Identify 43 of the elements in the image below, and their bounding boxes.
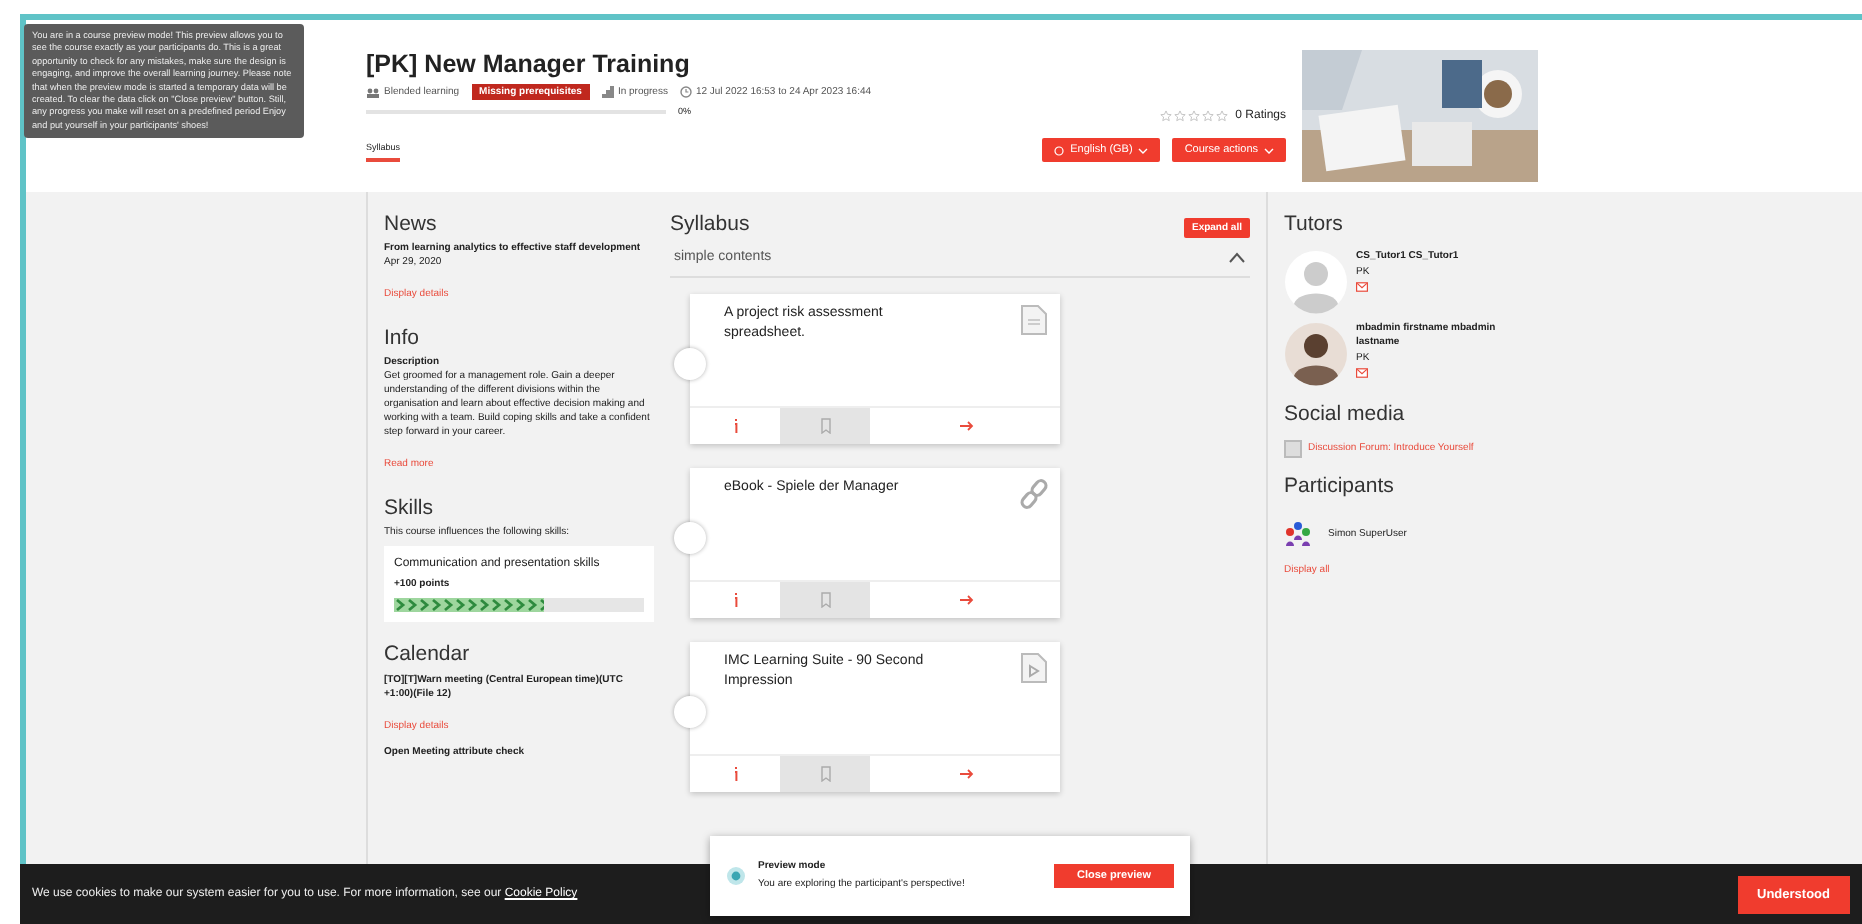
bookmark-button[interactable] bbox=[780, 756, 870, 792]
info-button[interactable] bbox=[690, 756, 780, 792]
info-icon bbox=[726, 866, 746, 886]
section-title: Social media bbox=[1284, 402, 1407, 426]
bookmark-icon bbox=[817, 592, 833, 608]
arrow-icon bbox=[957, 418, 973, 434]
people-icon bbox=[366, 87, 380, 97]
arrow-icon bbox=[957, 766, 973, 782]
caret-icon bbox=[1138, 147, 1149, 153]
course-title: [PK] New Manager Training bbox=[366, 50, 692, 78]
collapse-icon[interactable] bbox=[1228, 251, 1246, 263]
status-circle bbox=[674, 695, 706, 727]
section-title: Skills bbox=[384, 496, 436, 520]
bookmark-icon bbox=[817, 418, 833, 434]
rating-stars[interactable] bbox=[1159, 110, 1228, 122]
status-circle bbox=[674, 521, 706, 553]
clock-icon bbox=[679, 86, 692, 98]
people-icon bbox=[1284, 520, 1312, 548]
open-button[interactable] bbox=[870, 756, 1060, 792]
section-title: News bbox=[384, 212, 439, 236]
link-icon bbox=[1020, 478, 1048, 510]
forum-icon bbox=[1284, 440, 1302, 458]
status-circle bbox=[674, 347, 706, 379]
video-file-icon bbox=[1020, 652, 1048, 684]
bookmark-button[interactable] bbox=[780, 582, 870, 618]
open-button[interactable] bbox=[870, 582, 1060, 618]
info-button[interactable] bbox=[690, 408, 780, 444]
caret-icon bbox=[1264, 147, 1274, 153]
avatar bbox=[1284, 322, 1348, 386]
mail-icon[interactable] bbox=[1356, 368, 1368, 378]
section-title: Participants bbox=[1284, 474, 1396, 498]
info-button[interactable] bbox=[690, 582, 780, 618]
bookmark-icon bbox=[817, 766, 833, 782]
mail-icon[interactable] bbox=[1356, 282, 1368, 292]
section-title: Info bbox=[384, 326, 422, 350]
section-title: Syllabus bbox=[670, 212, 750, 236]
avatar bbox=[1284, 250, 1348, 314]
section-title: Calendar bbox=[384, 642, 472, 666]
arrow-icon bbox=[957, 592, 973, 608]
document-icon bbox=[1020, 304, 1048, 336]
open-button[interactable] bbox=[870, 408, 1060, 444]
section-title: Tutors bbox=[1284, 212, 1345, 236]
bookmark-button[interactable] bbox=[780, 408, 870, 444]
